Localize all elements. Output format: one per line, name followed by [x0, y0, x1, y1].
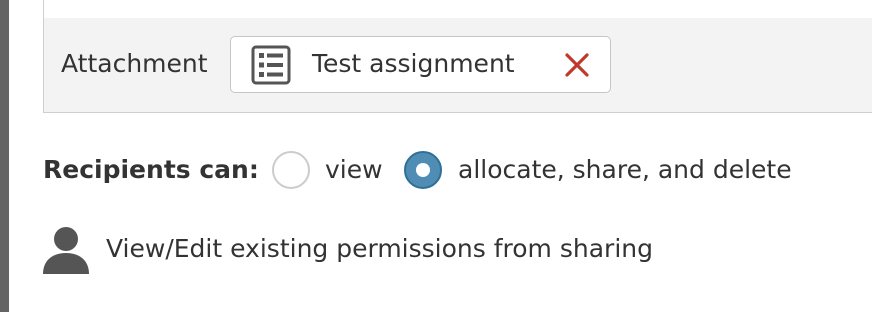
- recipients-label: Recipients can:: [43, 155, 259, 184]
- person-icon: [43, 227, 89, 274]
- view-edit-permissions-link[interactable]: View/Edit existing permissions from shar…: [41, 226, 741, 276]
- radio-view-label[interactable]: view: [325, 155, 383, 185]
- radio-allocate-share-delete-label[interactable]: allocate, share, and delete: [458, 155, 792, 185]
- attachment-chip: Test assignment: [230, 36, 611, 93]
- message-text-area-bottom[interactable]: [43, 0, 872, 19]
- recipients-permission-row: Recipients can: view allocate, share, an…: [43, 150, 863, 190]
- permissions-link-text[interactable]: View/Edit existing permissions from shar…: [106, 234, 653, 264]
- radio-selected-dot: [416, 163, 430, 177]
- attachment-name: Test assignment: [312, 49, 515, 78]
- attachment-panel: Attachment Test assignment: [43, 18, 872, 113]
- close-x-icon[interactable]: [564, 52, 590, 78]
- list-document-icon: [251, 45, 291, 85]
- attachment-label: Attachment: [61, 49, 208, 78]
- radio-allocate-share-delete[interactable]: [404, 151, 442, 189]
- share-dialog-fragment: Attachment Test assignment Recipients ca…: [0, 0, 872, 312]
- left-scroll-edge: [0, 0, 9, 312]
- radio-view[interactable]: [272, 151, 310, 189]
